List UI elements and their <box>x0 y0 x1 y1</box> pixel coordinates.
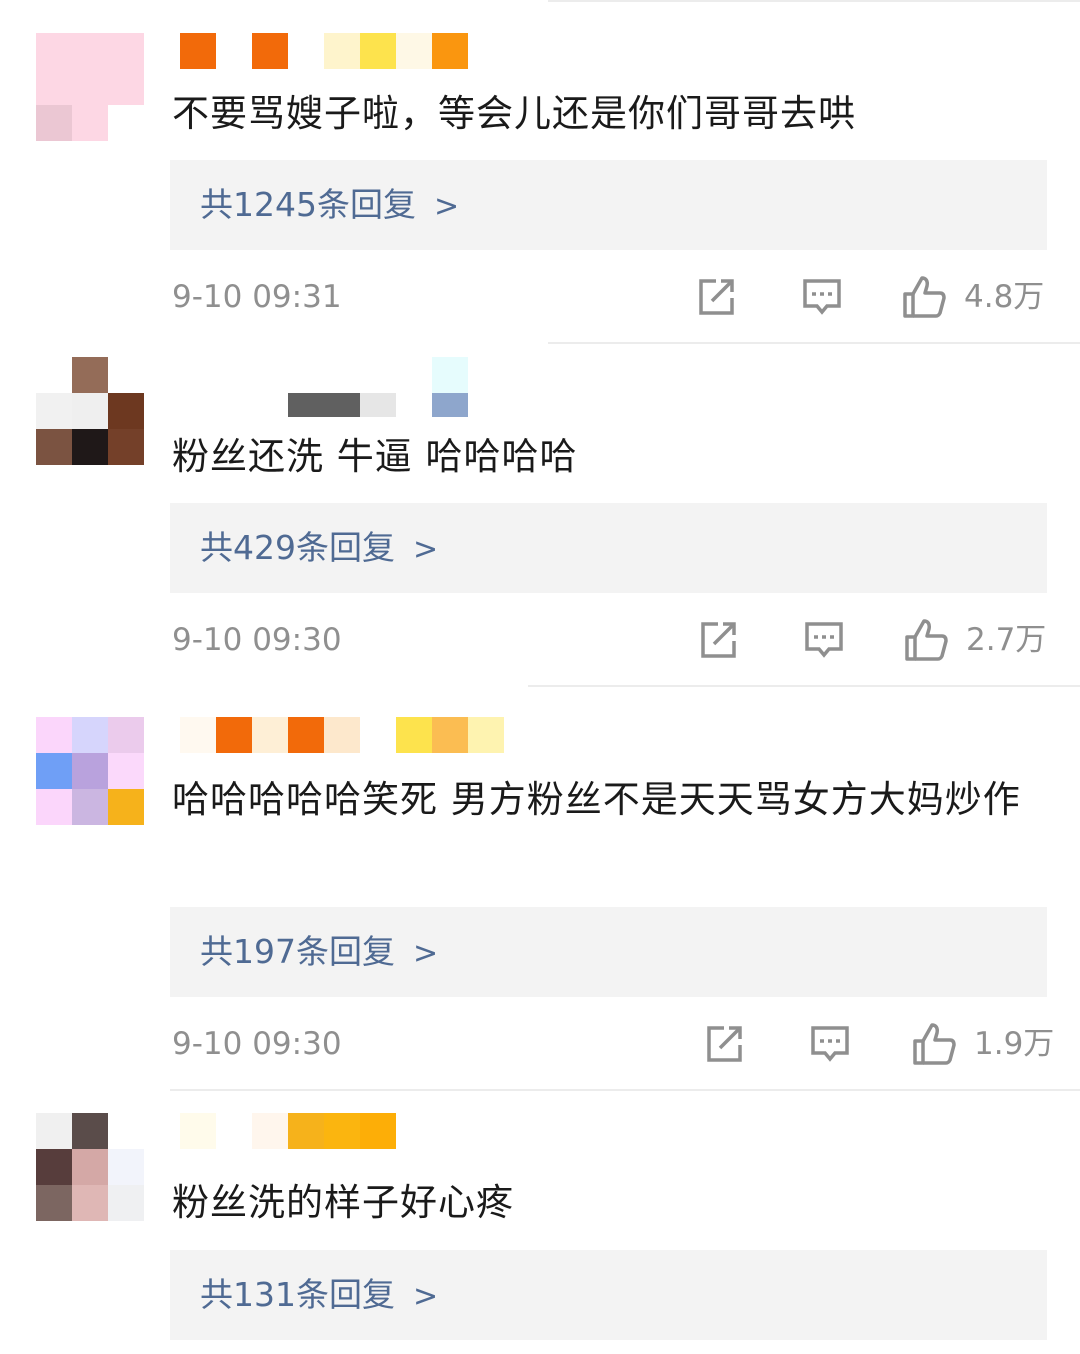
timestamp: 9-10 09:31 <box>172 279 342 315</box>
comment-meta: 9-10 09:30 2.7万 <box>172 610 1080 670</box>
avatar[interactable] <box>36 1113 144 1221</box>
chevron-right-icon: > <box>413 936 439 971</box>
view-replies-button[interactable]: 共429条回复 > <box>170 503 1047 593</box>
comment-text: 哈哈哈哈哈笑死 男方粉丝不是天天骂女方大妈炒作 <box>172 778 1021 821</box>
replies-count-label: 共1245条回复 > <box>200 160 459 252</box>
like-count: 4.8万 <box>964 279 1045 315</box>
like-button[interactable]: 4.8万 <box>902 275 1044 319</box>
like-count: 1.9万 <box>974 1026 1055 1062</box>
comment-icon[interactable] <box>802 277 842 317</box>
like-count: 2.7万 <box>966 622 1047 658</box>
comment-text: 粉丝还洗 牛逼 哈哈哈哈 <box>172 435 578 478</box>
view-replies-button[interactable]: 共197条回复 > <box>170 907 1047 997</box>
like-button[interactable]: 1.9万 <box>912 1022 1054 1066</box>
username[interactable] <box>180 717 510 753</box>
username[interactable] <box>180 1113 400 1149</box>
view-replies-button[interactable]: 共131条回复 > <box>170 1250 1047 1340</box>
thumbs-up-icon <box>913 1023 956 1065</box>
chevron-right-icon: > <box>433 189 460 224</box>
timestamp: 9-10 09:30 <box>172 1026 342 1062</box>
comment-text: 不要骂嫂子啦，等会儿还是你们哥哥去哄 <box>172 92 856 135</box>
chevron-right-icon: > <box>413 532 439 567</box>
avatar[interactable] <box>36 33 144 141</box>
chevron-right-icon: > <box>413 1279 439 1314</box>
username[interactable] <box>180 33 470 69</box>
divider <box>548 342 1080 344</box>
comment-meta: 9-10 09:31 4.8万 <box>172 267 1080 327</box>
timestamp: 9-10 09:30 <box>172 622 342 658</box>
avatar[interactable] <box>36 717 144 825</box>
share-icon[interactable] <box>698 620 738 660</box>
share-icon[interactable] <box>704 1024 744 1064</box>
avatar[interactable] <box>36 357 144 465</box>
replies-count-label: 共131条回复 > <box>200 1250 438 1342</box>
thumbs-up-icon <box>903 276 946 318</box>
view-replies-button[interactable]: 共1245条回复 > <box>170 160 1047 250</box>
comment-icon[interactable] <box>804 620 844 660</box>
share-icon[interactable] <box>696 277 736 317</box>
username[interactable] <box>180 357 470 417</box>
divider <box>528 685 1080 687</box>
comment-meta: 9-10 09:30 1.9万 <box>172 1014 1080 1074</box>
divider <box>548 0 1080 2</box>
comment-icon[interactable] <box>810 1024 850 1064</box>
divider <box>170 1089 1080 1091</box>
comment-text: 粉丝洗的样子好心疼 <box>172 1181 514 1224</box>
like-button[interactable]: 2.7万 <box>904 618 1046 662</box>
replies-count-label: 共429条回复 > <box>200 503 438 595</box>
replies-count-label: 共197条回复 > <box>200 907 438 999</box>
thumbs-up-icon <box>905 619 948 661</box>
